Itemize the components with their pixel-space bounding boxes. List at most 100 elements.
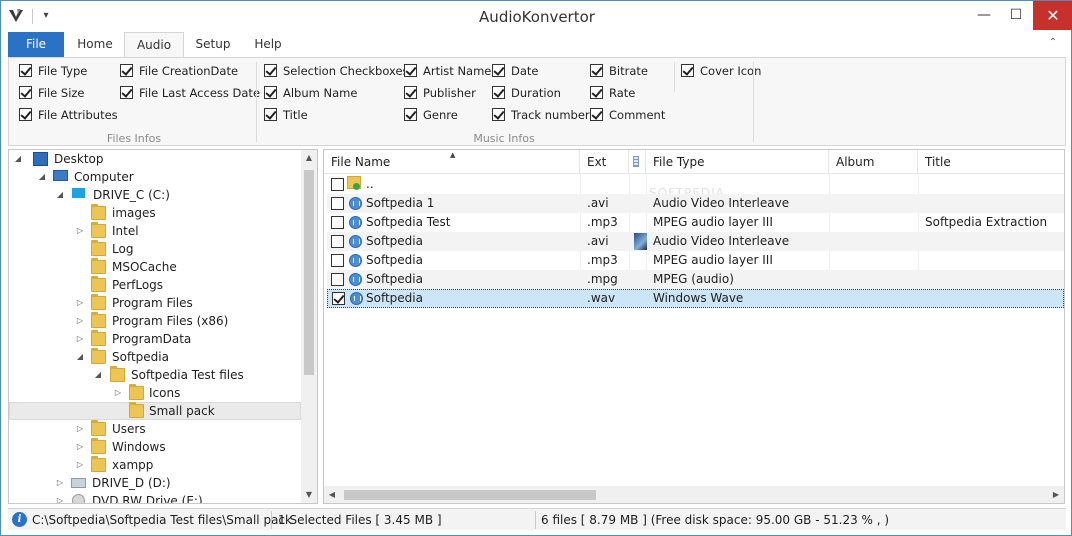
- checkbox-date[interactable]: Date: [492, 62, 539, 80]
- tree-item-windows[interactable]: ▷ Windows: [9, 438, 301, 456]
- collapse-icon[interactable]: ◢: [13, 150, 23, 168]
- tree-item-intel[interactable]: ▷ Intel: [9, 222, 301, 240]
- row-checkbox[interactable]: [331, 216, 344, 229]
- checkbox-box[interactable]: [264, 64, 277, 77]
- checkbox-title[interactable]: Title: [264, 106, 308, 124]
- close-button[interactable]: ✕: [1033, 1, 1072, 30]
- checkbox-box[interactable]: [492, 108, 505, 121]
- checkbox-box[interactable]: [120, 86, 133, 99]
- checkbox-box[interactable]: [19, 108, 32, 121]
- expand-icon[interactable]: ▷: [75, 312, 85, 330]
- collapse-icon[interactable]: ◢: [55, 186, 65, 204]
- checkbox-album-name[interactable]: Album Name: [264, 84, 357, 102]
- scroll-thumb[interactable]: [344, 490, 596, 500]
- scroll-up-icon[interactable]: ▲: [301, 150, 317, 166]
- row-checkbox[interactable]: [331, 178, 344, 191]
- row-checkbox[interactable]: [331, 235, 344, 248]
- column-header-file-type[interactable]: File Type: [646, 150, 829, 174]
- minimize-button[interactable]: —: [969, 1, 999, 30]
- checkbox-file-size[interactable]: File Size: [19, 84, 85, 102]
- scroll-left-icon[interactable]: ◀: [324, 486, 340, 503]
- expand-icon[interactable]: ▷: [75, 330, 85, 348]
- tab-help[interactable]: Help: [242, 32, 294, 57]
- checkbox-box[interactable]: [120, 64, 133, 77]
- maximize-button[interactable]: ☐: [1001, 1, 1031, 30]
- column-header-file-name[interactable]: File Name ▲: [324, 150, 580, 174]
- expand-icon[interactable]: ▷: [75, 294, 85, 312]
- tree-item-computer[interactable]: ◢ Computer: [9, 168, 301, 186]
- checkbox-file-attributes[interactable]: File Attributes: [19, 106, 118, 124]
- row-checkbox[interactable]: [331, 273, 344, 286]
- tab-home[interactable]: Home: [66, 32, 124, 57]
- tree-item-perflogs[interactable]: PerfLogs: [9, 276, 301, 294]
- column-header-cover[interactable]: [629, 150, 646, 174]
- checkbox-cover-icon[interactable]: Cover Icon: [681, 62, 761, 80]
- tree-item-small-pack[interactable]: Small pack: [9, 402, 301, 420]
- checkbox-box[interactable]: [492, 86, 505, 99]
- checkbox-box[interactable]: [404, 86, 417, 99]
- tree-item-programdata[interactable]: ▷ ProgramData: [9, 330, 301, 348]
- checkbox-rate[interactable]: Rate: [590, 84, 635, 102]
- checkbox-artist-name[interactable]: Artist Name: [404, 62, 491, 80]
- list-row[interactable]: Softpedia 1 .avi Audio Video Interleave: [327, 194, 1064, 213]
- checkbox-selection-checkboxes[interactable]: Selection Checkboxes: [264, 62, 409, 80]
- checkbox-publisher[interactable]: Publisher: [404, 84, 476, 102]
- tab-setup[interactable]: Setup: [184, 32, 242, 57]
- ribbon-collapse-icon[interactable]: ⌃: [1045, 35, 1061, 51]
- tree-item-icons[interactable]: ▷ Icons: [9, 384, 301, 402]
- row-checkbox[interactable]: [331, 254, 344, 267]
- checkbox-file-type[interactable]: File Type: [19, 62, 87, 80]
- list-row[interactable]: Softpedia .mpg MPEG (audio): [327, 270, 1064, 289]
- checkbox-duration[interactable]: Duration: [492, 84, 561, 102]
- tab-file[interactable]: File: [8, 32, 64, 57]
- scroll-thumb[interactable]: [304, 170, 314, 375]
- checkbox-box[interactable]: [19, 64, 32, 77]
- tree-item-program-files[interactable]: ▷ Program Files: [9, 294, 301, 312]
- expand-icon[interactable]: ▷: [75, 222, 85, 240]
- checkbox-file-creation-date[interactable]: File CreationDate: [120, 62, 238, 80]
- expand-icon[interactable]: ▷: [75, 420, 85, 438]
- collapse-icon[interactable]: ◢: [93, 366, 103, 384]
- expand-icon[interactable]: ▷: [75, 438, 85, 456]
- checkbox-bitrate[interactable]: Bitrate: [590, 62, 648, 80]
- checkbox-file-last-access-date[interactable]: File Last Access Date: [120, 84, 260, 102]
- checkbox-box[interactable]: [590, 108, 603, 121]
- expand-icon[interactable]: ▷: [55, 492, 65, 503]
- list-row[interactable]: Softpedia .avi Audio Video Interleave: [327, 232, 1064, 251]
- tree-item-images[interactable]: images: [9, 204, 301, 222]
- tree-item-xampp[interactable]: ▷ xampp: [9, 456, 301, 474]
- tree-item-users[interactable]: ▷ Users: [9, 420, 301, 438]
- checkbox-box[interactable]: [590, 64, 603, 77]
- tree-item-program-files-x86[interactable]: ▷ Program Files (x86): [9, 312, 301, 330]
- checkbox-box[interactable]: [264, 86, 277, 99]
- scroll-right-icon[interactable]: ▶: [1048, 486, 1064, 503]
- tree-item-msocache[interactable]: MSOCache: [9, 258, 301, 276]
- tree-vertical-scrollbar[interactable]: ▲ ▼: [301, 150, 317, 503]
- collapse-icon[interactable]: ◢: [75, 348, 85, 366]
- checkbox-box[interactable]: [492, 64, 505, 77]
- scroll-down-icon[interactable]: ▼: [301, 487, 317, 503]
- tab-audio[interactable]: Audio: [124, 32, 184, 58]
- list-row[interactable]: Softpedia Test .mp3 MPEG audio layer III…: [327, 213, 1064, 232]
- checkbox-track-number[interactable]: Track number: [492, 106, 590, 124]
- tree-item-softpedia[interactable]: ◢ Softpedia: [9, 348, 301, 366]
- checkbox-genre[interactable]: Genre: [404, 106, 458, 124]
- checkbox-box[interactable]: [19, 86, 32, 99]
- collapse-icon[interactable]: ◢: [37, 168, 47, 186]
- expand-icon[interactable]: ▷: [55, 474, 65, 492]
- tree-item-drive-c[interactable]: ◢ DRIVE_C (C:): [9, 186, 301, 204]
- tree-item-dvd-drive[interactable]: ▷ DVD RW Drive (E:): [9, 492, 301, 503]
- list-row-parent[interactable]: ..: [327, 175, 1064, 194]
- column-header-title[interactable]: Title: [918, 150, 1064, 174]
- tree-item-softpedia-test-files[interactable]: ◢ Softpedia Test files: [9, 366, 301, 384]
- tree-item-desktop[interactable]: ◢ Desktop: [9, 150, 301, 168]
- row-checkbox[interactable]: [331, 197, 344, 210]
- checkbox-box[interactable]: [404, 64, 417, 77]
- checkbox-box[interactable]: [404, 108, 417, 121]
- checkbox-box[interactable]: [264, 108, 277, 121]
- list-horizontal-scrollbar[interactable]: ◀ ▶: [324, 486, 1064, 503]
- tree-item-drive-d[interactable]: ▷ DRIVE_D (D:): [9, 474, 301, 492]
- checkbox-box[interactable]: [681, 64, 694, 77]
- checkbox-box[interactable]: [590, 86, 603, 99]
- expand-icon[interactable]: ▷: [75, 456, 85, 474]
